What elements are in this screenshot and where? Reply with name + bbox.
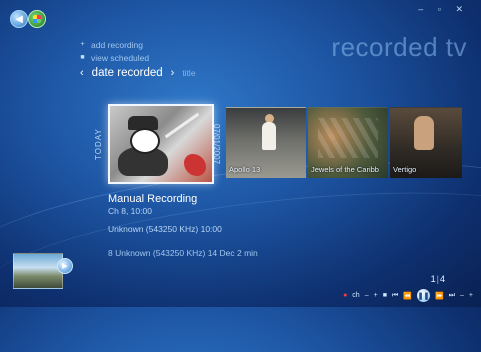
detail-title: Manual Recording — [108, 193, 198, 205]
recording-title: Vertigo — [393, 165, 417, 174]
channel-down-icon[interactable]: – — [365, 292, 369, 299]
plus-icon: + — [80, 41, 85, 48]
recording-title: Apollo 13 — [229, 165, 261, 174]
start-logo-icon[interactable] — [28, 10, 46, 28]
channel-label: ch — [352, 292, 360, 299]
sort-prev-icon[interactable]: ‹ — [80, 67, 84, 79]
sort-selector: ‹ date recorded › title — [80, 67, 196, 79]
page-title: recorded tv — [331, 32, 467, 62]
transport-controls: ● ch – + ■ ⏮ ⏪ ❚❚ ⏩ ⏭ – + — [343, 289, 473, 302]
mini-player-preview[interactable] — [13, 253, 63, 289]
window-controls[interactable]: – ▫ ✕ — [418, 4, 469, 15]
thumbnail-image — [130, 128, 160, 154]
thumbnail-image — [318, 118, 378, 158]
sort-next-icon[interactable]: › — [171, 67, 175, 79]
sort-active-date-recorded[interactable]: date recorded — [92, 67, 163, 79]
list-icon: ■ — [80, 54, 85, 61]
menu-item-label: view scheduled — [91, 52, 150, 63]
add-recording-link[interactable]: + add recording — [80, 38, 149, 51]
recording-details: Manual Recording Ch 8, 10:00 Unknown (54… — [108, 193, 258, 258]
back-arrow-icon[interactable]: ◀ — [10, 10, 28, 28]
side-menu: + add recording ■ view scheduled — [80, 38, 149, 64]
recording-tile[interactable]: Jewels of the Caribb — [308, 107, 388, 178]
skip-forward-icon[interactable]: ⏭ — [449, 292, 455, 300]
recording-title: Jewels of the Caribb — [311, 165, 379, 174]
rewind-icon[interactable]: ⏪ — [403, 292, 412, 300]
sort-option-title[interactable]: title — [182, 68, 195, 78]
pager-separator: | — [436, 274, 439, 284]
skip-back-icon[interactable]: ⏮ — [392, 292, 398, 300]
thumbnail-image — [164, 112, 200, 139]
recording-tile[interactable]: Apollo 13 — [226, 107, 306, 178]
view-scheduled-link[interactable]: ■ view scheduled — [80, 51, 149, 64]
record-icon[interactable]: ● — [343, 292, 347, 299]
channel-up-icon[interactable]: + — [374, 292, 378, 299]
fast-forward-icon[interactable]: ⏩ — [435, 292, 444, 300]
thumbnail-image — [262, 122, 276, 150]
detail-channel: Unknown (543250 KHz) 10:00 — [108, 224, 222, 234]
play-pause-icon[interactable]: ❚❚ — [416, 289, 430, 302]
stop-icon[interactable]: ■ — [383, 292, 387, 299]
thumbnail-image — [414, 116, 434, 150]
detail-summary: 8 Unknown (543250 KHz) 14 Dec 2 min — [108, 248, 258, 258]
mini-play-icon[interactable]: ▶ — [57, 258, 73, 274]
volume-down-icon[interactable]: – — [460, 292, 464, 299]
recording-tile[interactable]: Vertigo — [390, 107, 462, 178]
menu-item-label: add recording — [91, 39, 143, 50]
volume-up-icon[interactable]: + — [469, 292, 473, 299]
group-label-today: TODAY — [94, 128, 103, 160]
page-current: 1 — [430, 274, 436, 284]
page-total: 4 — [439, 274, 445, 284]
recording-tile-focused[interactable] — [108, 104, 214, 184]
detail-time: Ch 8, 10:00 — [108, 206, 152, 216]
pager: 1|4 — [431, 274, 445, 284]
recording-tiles: Apollo 13 Jewels of the Caribb Vertigo — [226, 107, 462, 178]
thumbnail-image — [184, 154, 206, 176]
